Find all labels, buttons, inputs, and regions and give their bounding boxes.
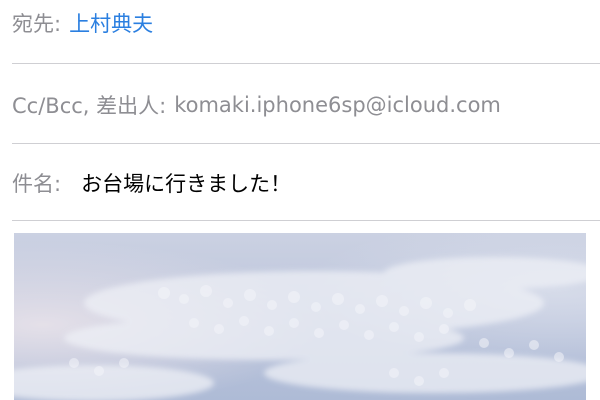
attached-photo[interactable] <box>14 233 586 400</box>
from-address[interactable]: komaki.iphone6sp@icloud.com <box>174 93 501 117</box>
recipient-token[interactable]: 上村典夫 <box>69 8 153 38</box>
subject-field[interactable]: 件名: お台場に行きました！ <box>12 160 600 206</box>
mail-compose-view: 宛先: 上村典夫 Cc/Bcc, 差出人: komaki.iphone6sp@i… <box>0 0 600 400</box>
subject-input[interactable]: お台場に行きました！ <box>81 168 291 198</box>
sky-clouds-image <box>14 233 586 400</box>
to-field[interactable]: 宛先: 上村典夫 <box>12 0 600 46</box>
divider <box>12 63 600 64</box>
to-label: 宛先: <box>12 12 62 36</box>
subject-label: 件名: <box>12 172 62 196</box>
cc-bcc-from-field[interactable]: Cc/Bcc, 差出人: komaki.iphone6sp@icloud.com <box>12 82 600 128</box>
cc-bcc-from-label: Cc/Bcc, 差出人: <box>12 94 167 118</box>
divider <box>12 143 600 144</box>
divider <box>12 220 600 221</box>
